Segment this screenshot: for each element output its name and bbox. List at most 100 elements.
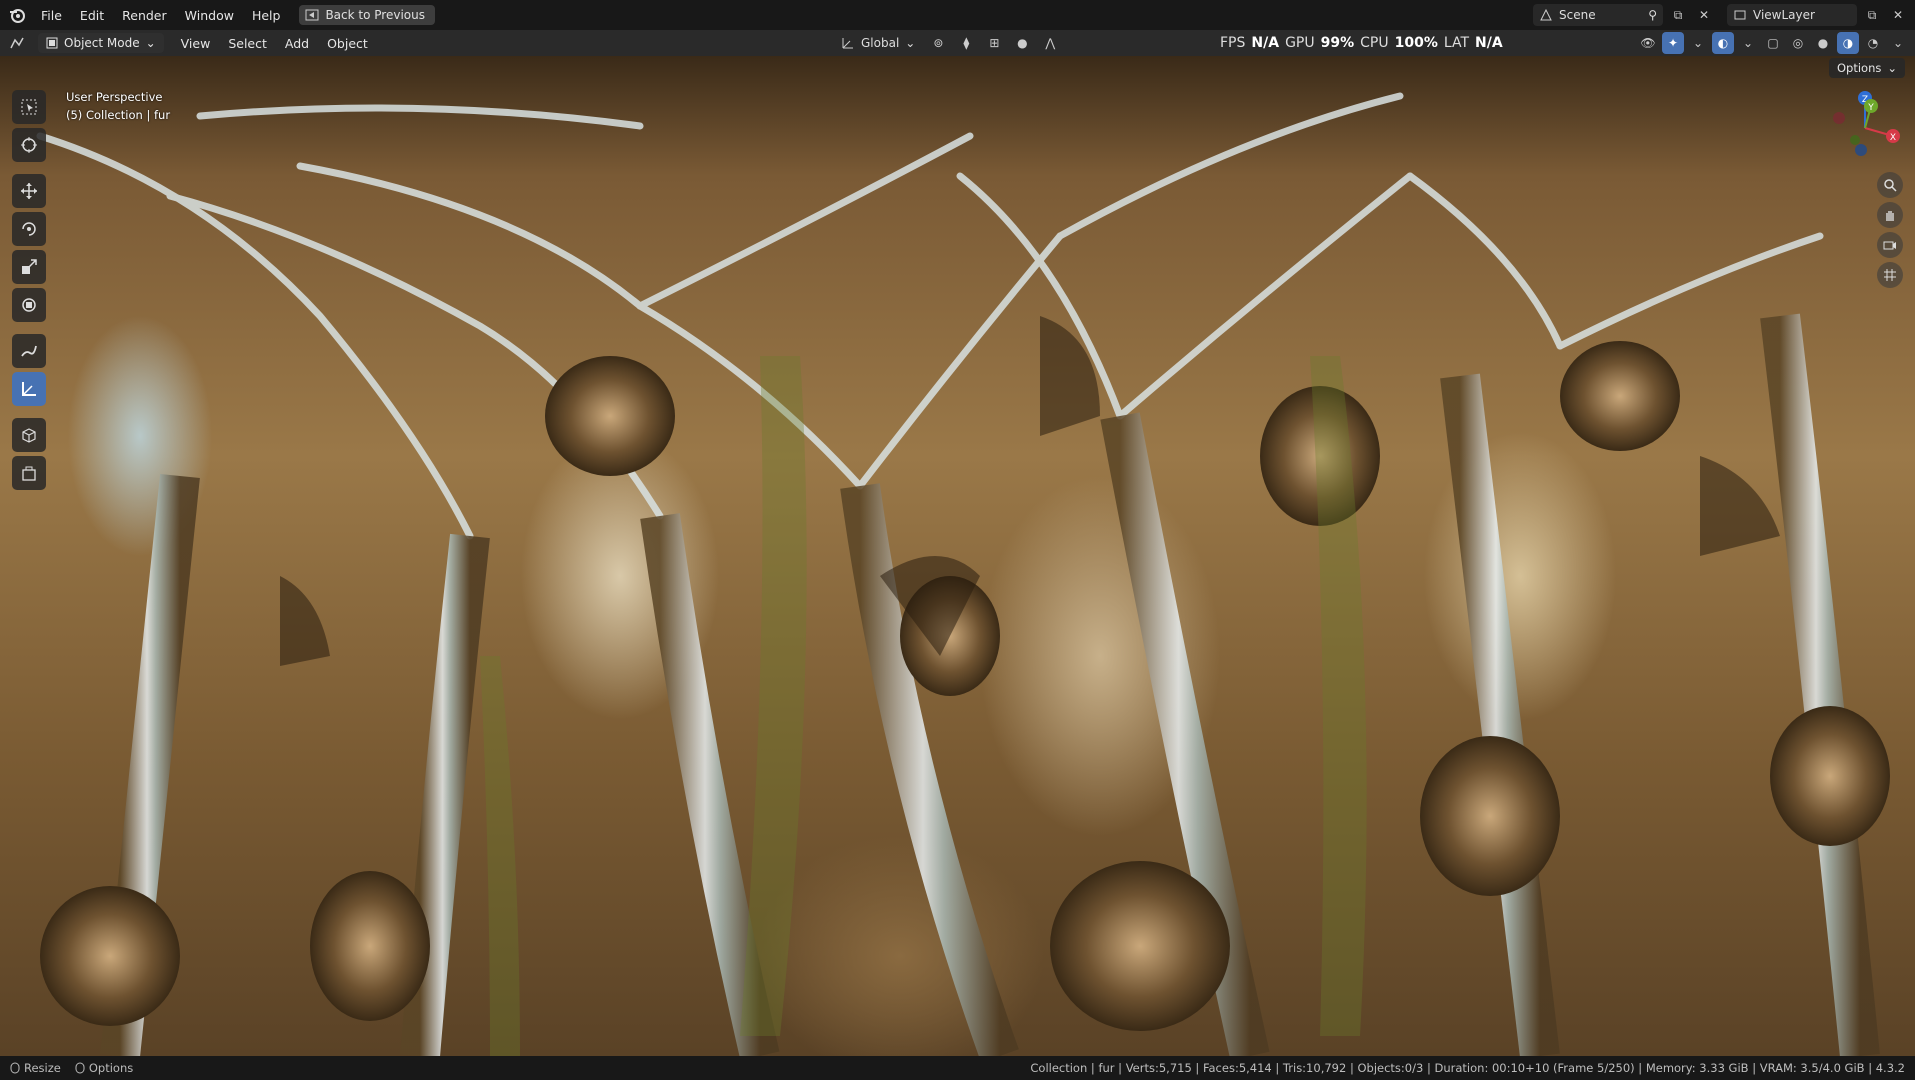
chevron-down-icon[interactable]: ⌄ [1887, 32, 1909, 54]
falloff-icon[interactable]: ⋀ [1039, 32, 1061, 54]
back-icon [305, 9, 319, 21]
select-box-icon [21, 99, 37, 115]
viewport-overlay-text: User Perspective (5) Collection | fur [66, 88, 170, 124]
menu-view[interactable]: View [172, 36, 220, 51]
gpu-value: 99% [1320, 35, 1355, 51]
snap-target-icon[interactable]: ⊞ [983, 32, 1005, 54]
viewlayer-name: ViewLayer [1753, 8, 1815, 22]
collection-label: (5) Collection | fur [66, 108, 171, 122]
viewport-menu: View Select Add Object [172, 36, 377, 51]
new-scene-icon[interactable]: ⧉ [1667, 4, 1689, 26]
grid-ortho-icon[interactable] [1877, 262, 1903, 288]
pin-icon[interactable]: ⚲ [1648, 8, 1657, 22]
options-hint: Options [75, 1061, 133, 1075]
menu-edit[interactable]: Edit [71, 8, 113, 23]
transform-orientation-label: Global [861, 36, 900, 50]
scene-selector[interactable]: Scene ⚲ [1533, 4, 1663, 26]
transform-tool[interactable] [12, 288, 46, 322]
remove-scene-icon[interactable]: ✕ [1693, 4, 1715, 26]
resize-label: Resize [24, 1061, 61, 1075]
options-label: Options [1836, 61, 1882, 75]
menu-window[interactable]: Window [176, 8, 243, 23]
menu-add[interactable]: Add [276, 36, 318, 51]
viewport-options-button[interactable]: Options ⌄ [1828, 58, 1905, 78]
chevron-down-icon[interactable]: ⌄ [1737, 32, 1759, 54]
chevron-down-icon: ⌄ [145, 36, 156, 50]
rotate-icon [22, 222, 36, 236]
performance-stats: FPS N/A GPU 99% CPU 100% LAT N/A [1220, 30, 1503, 56]
scene-name: Scene [1559, 8, 1596, 22]
overlay-toggle-icon[interactable]: ◐ [1712, 32, 1734, 54]
shading-tools: 👁 ✦ ⌄ ◐ ⌄ ▢ ◎ ● ◑ ◔ ⌄ [1637, 32, 1909, 54]
rendered-shading-icon[interactable]: ◔ [1862, 32, 1884, 54]
blender-logo-icon[interactable] [6, 4, 28, 26]
navigation-gizmo[interactable]: Z X Y [1825, 88, 1905, 168]
object-mode-icon [46, 37, 58, 49]
menu-file[interactable]: File [32, 8, 71, 23]
camera-icon[interactable] [1877, 232, 1903, 258]
mouse-icon [75, 1062, 85, 1074]
gizmo-y-label: Y [1867, 103, 1874, 113]
lat-value: N/A [1475, 35, 1503, 51]
pivot-point-icon[interactable]: ⊚ [927, 32, 949, 54]
measure-tool[interactable] [12, 372, 46, 406]
move-tool[interactable] [12, 174, 46, 208]
object-mode-select[interactable]: Object Mode ⌄ [38, 33, 164, 53]
editor-type-icon[interactable] [6, 32, 28, 54]
add-cube-tool[interactable] [12, 418, 46, 452]
navigation-buttons [1877, 172, 1903, 288]
status-bar: Resize Options Collection | fur | Verts:… [0, 1056, 1915, 1080]
resize-hint: Resize [10, 1061, 61, 1075]
scale-icon [22, 259, 37, 274]
tool-shelf [12, 90, 50, 492]
tool-settings-icon [22, 466, 36, 481]
move-icon [21, 183, 37, 199]
annotate-tool[interactable] [12, 334, 46, 368]
extra-tool[interactable] [12, 456, 46, 490]
new-viewlayer-icon[interactable]: ⧉ [1861, 4, 1883, 26]
remove-viewlayer-icon[interactable]: ✕ [1887, 4, 1909, 26]
measure-icon [22, 382, 36, 396]
visibility-icon[interactable]: 👁 [1637, 32, 1659, 54]
select-box-tool[interactable] [12, 90, 46, 124]
gizmo-toggle-icon[interactable]: ✦ [1662, 32, 1684, 54]
menu-select[interactable]: Select [219, 36, 276, 51]
fps-value: N/A [1251, 35, 1280, 51]
3d-viewport[interactable]: User Perspective (5) Collection | fur Op… [0, 56, 1915, 1056]
status-hints: Resize Options [10, 1061, 133, 1075]
snap-icon[interactable]: ⧫ [955, 32, 977, 54]
solid-shading-icon[interactable]: ● [1812, 32, 1834, 54]
workspace-selectors: Scene ⚲ ⧉ ✕ ViewLayer ⧉ ✕ [1533, 4, 1909, 26]
viewlayer-icon [1734, 10, 1746, 20]
material-shading-icon[interactable]: ◑ [1837, 32, 1859, 54]
menu-help[interactable]: Help [243, 8, 290, 23]
main-menu: File Edit Render Window Help [32, 8, 289, 23]
transform-tools: Global ⌄ ⊚ ⧫ ⊞ ● ⋀ [835, 32, 1061, 54]
zoom-icon[interactable] [1877, 172, 1903, 198]
fps-label: FPS [1220, 35, 1246, 51]
cpu-value: 100% [1394, 35, 1438, 51]
rotate-tool[interactable] [12, 212, 46, 246]
xray-icon[interactable]: ▢ [1762, 32, 1784, 54]
cube-icon [22, 428, 36, 443]
cursor-icon [21, 137, 37, 153]
viewlayer-selector[interactable]: ViewLayer [1727, 4, 1857, 26]
chevron-down-icon: ⌄ [905, 36, 916, 50]
cursor-tool[interactable] [12, 128, 46, 162]
gpu-label: GPU [1285, 35, 1315, 51]
scale-tool[interactable] [12, 250, 46, 284]
proportional-edit-icon[interactable]: ● [1011, 32, 1033, 54]
pan-hand-icon[interactable] [1877, 202, 1903, 228]
menu-object[interactable]: Object [318, 36, 377, 51]
lat-label: LAT [1443, 35, 1470, 51]
transform-orientation-select[interactable]: Global ⌄ [835, 32, 921, 54]
back-to-previous-button[interactable]: Back to Previous [299, 5, 435, 25]
scene-statistics: Collection | fur | Verts:5,715 | Faces:5… [1030, 1061, 1905, 1075]
chevron-down-icon[interactable]: ⌄ [1687, 32, 1709, 54]
wireframe-shading-icon[interactable]: ◎ [1787, 32, 1809, 54]
mouse-icon [10, 1062, 20, 1074]
menu-render[interactable]: Render [113, 8, 176, 23]
scene-icon [1540, 8, 1552, 21]
annotate-icon [21, 345, 37, 357]
top-menubar: File Edit Render Window Help Back to Pre… [0, 0, 1915, 30]
